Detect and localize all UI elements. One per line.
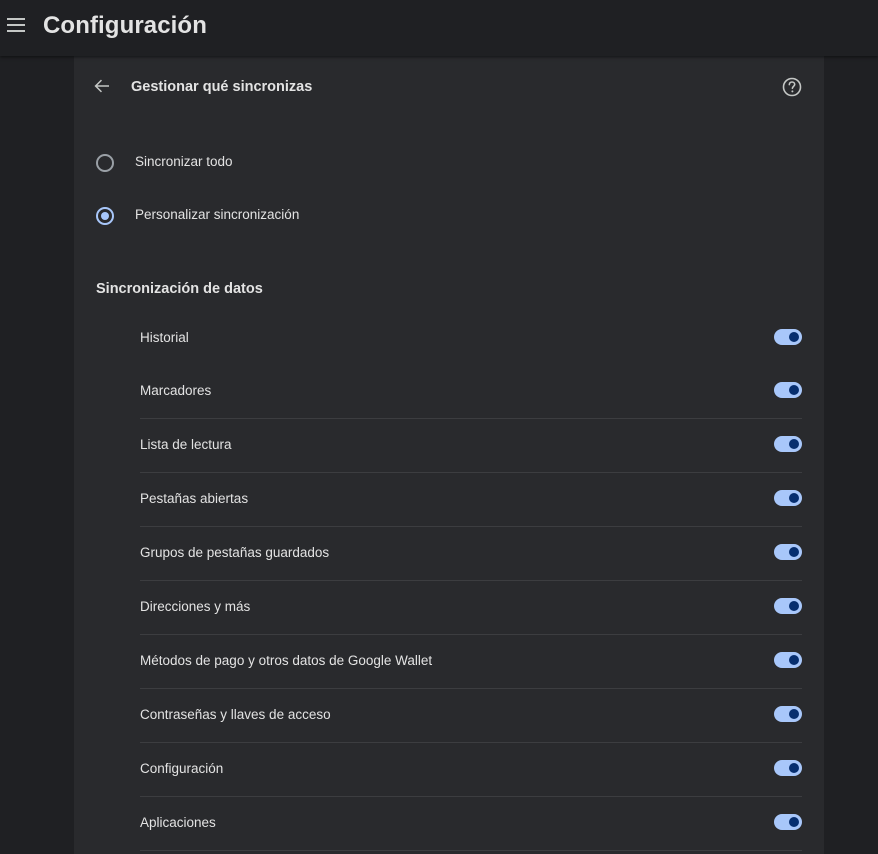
toggle-knob (789, 709, 799, 719)
sync-item-saved-tab-groups[interactable]: Grupos de pestañas guardados (140, 527, 802, 581)
sync-item-settings[interactable]: Configuración (140, 743, 802, 797)
toggle-knob (789, 547, 799, 557)
toggle-knob (789, 439, 799, 449)
arrow-back-icon (94, 79, 109, 93)
sync-item-label: Grupos de pestañas guardados (140, 545, 330, 560)
page-title: Configuración (43, 12, 207, 39)
toggle-knob (789, 817, 799, 827)
sync-data-list: Historial Marcadores Lista de lectura Pe… (140, 312, 802, 851)
radio-customize-sync[interactable]: Personalizar sincronización (74, 196, 824, 236)
toggle-switch[interactable] (774, 598, 802, 614)
toggle-switch[interactable] (774, 814, 802, 830)
sync-item-passwords[interactable]: Contraseñas y llaves de acceso (140, 689, 802, 743)
back-button[interactable] (90, 74, 114, 98)
toggle-switch[interactable] (774, 329, 802, 345)
sync-item-apps[interactable]: Aplicaciones (140, 797, 802, 851)
toggle-knob (789, 385, 799, 395)
toggle-knob (789, 655, 799, 665)
toggle-switch[interactable] (774, 706, 802, 722)
radio-label: Sincronizar todo (135, 154, 233, 169)
toggle-switch[interactable] (774, 652, 802, 668)
sync-item-bookmarks[interactable]: Marcadores (140, 365, 802, 419)
toggle-knob (789, 601, 799, 611)
toggle-switch[interactable] (774, 490, 802, 506)
help-button[interactable] (781, 76, 803, 98)
sync-item-label: Pestañas abiertas (140, 491, 249, 506)
radio-label: Personalizar sincronización (135, 207, 300, 222)
toggle-knob (789, 332, 799, 342)
subpage-title: Gestionar qué sincronizas (131, 79, 313, 95)
section-title: Sincronización de datos (96, 281, 263, 297)
toggle-knob (789, 493, 799, 503)
help-circle-icon (782, 77, 802, 97)
sync-item-open-tabs[interactable]: Pestañas abiertas (140, 473, 802, 527)
radio-button-checked[interactable] (96, 207, 114, 225)
toggle-switch[interactable] (774, 544, 802, 560)
radio-button-unchecked[interactable] (96, 154, 114, 172)
sync-item-label: Contraseñas y llaves de acceso (140, 707, 331, 722)
settings-card: Gestionar qué sincronizas Sincronizar to… (74, 56, 824, 854)
sync-item-label: Historial (140, 330, 189, 345)
hamburger-menu-icon[interactable] (6, 16, 26, 34)
sync-item-label: Métodos de pago y otros datos de Google … (140, 653, 433, 668)
sync-item-payment-methods[interactable]: Métodos de pago y otros datos de Google … (140, 635, 802, 689)
subpage-header: Gestionar qué sincronizas (74, 56, 824, 118)
toggle-switch[interactable] (774, 382, 802, 398)
sync-item-label: Configuración (140, 761, 224, 776)
sync-item-history[interactable]: Historial (140, 312, 802, 365)
sync-item-label: Direcciones y más (140, 599, 251, 614)
sync-item-label: Lista de lectura (140, 437, 232, 452)
sync-item-reading-list[interactable]: Lista de lectura (140, 419, 802, 473)
toggle-knob (789, 763, 799, 773)
radio-sync-all[interactable]: Sincronizar todo (74, 143, 824, 183)
toggle-switch[interactable] (774, 436, 802, 452)
toggle-switch[interactable] (774, 760, 802, 776)
sync-item-label: Aplicaciones (140, 815, 216, 830)
sync-item-label: Marcadores (140, 383, 212, 398)
top-toolbar: Configuración (0, 0, 878, 56)
sync-item-addresses[interactable]: Direcciones y más (140, 581, 802, 635)
